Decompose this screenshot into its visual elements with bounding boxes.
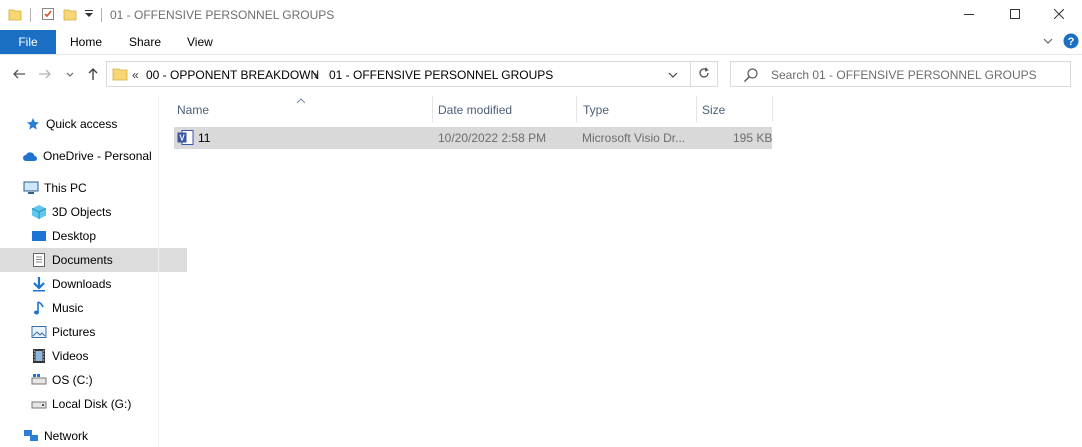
sidebar-item-label: Documents <box>52 253 113 267</box>
recent-locations-button[interactable] <box>62 64 78 86</box>
maximize-button[interactable] <box>992 0 1038 30</box>
document-icon <box>31 252 47 268</box>
music-icon <box>31 300 47 316</box>
column-resize-handle[interactable] <box>696 96 697 122</box>
svg-text:V: V <box>179 134 185 143</box>
back-button[interactable] <box>8 64 30 86</box>
sidebar-item-label: Music <box>52 301 84 315</box>
cube-icon <box>31 204 47 220</box>
new-folder-icon[interactable] <box>63 7 77 24</box>
title-bar: 01 - OFFENSIVE PERSONNEL GROUPS <box>0 0 1082 30</box>
tab-share[interactable]: Share <box>129 30 161 54</box>
minimize-icon <box>964 8 974 22</box>
sidebar-item-label: Local Disk (G:) <box>52 397 132 411</box>
sidebar-item-label: Downloads <box>52 277 112 291</box>
sidebar-item-label: This PC <box>44 181 87 195</box>
column-header-type[interactable]: Type <box>583 100 609 120</box>
properties-icon[interactable] <box>41 7 55 24</box>
drive-icon <box>31 372 47 388</box>
search-input[interactable]: Search 01 - OFFENSIVE PERSONNEL GROUPS <box>771 68 1037 82</box>
file-date: 10/20/2022 2:58 PM <box>438 131 547 145</box>
column-resize-handle[interactable] <box>576 96 577 122</box>
cloud-icon <box>22 148 38 164</box>
address-dropdown-icon[interactable] <box>667 69 679 84</box>
window-title: 01 - OFFENSIVE PERSONNEL GROUPS <box>110 8 335 22</box>
expand-ribbon-icon[interactable] <box>1042 35 1054 50</box>
arrow-left-icon <box>12 68 26 83</box>
address-bar[interactable]: « 00 - OPPONENT BREAKDOWN › 01 - OFFENSI… <box>106 61 718 87</box>
customize-toolbar-icon[interactable] <box>84 8 94 23</box>
breadcrumb-item[interactable]: 01 - OFFENSIVE PERSONNEL GROUPS <box>329 68 553 82</box>
tab-view[interactable]: View <box>187 30 213 54</box>
sidebar-item-label: Pictures <box>52 325 96 339</box>
close-button[interactable] <box>1036 0 1082 30</box>
picture-icon <box>31 324 47 340</box>
help-icon[interactable]: ? <box>1063 33 1079 52</box>
refresh-button[interactable] <box>690 61 718 87</box>
network-icon <box>23 428 39 444</box>
arrow-right-icon <box>38 68 52 83</box>
file-name[interactable]: 11 <box>198 131 210 145</box>
tab-file[interactable]: File <box>0 30 56 54</box>
video-icon <box>31 348 47 364</box>
visio-file-icon: V <box>177 130 194 148</box>
breadcrumb-item[interactable]: 00 - OPPONENT BREAKDOWN <box>146 68 319 82</box>
file-size: 195 KB <box>733 131 773 145</box>
forward-button[interactable] <box>34 64 56 86</box>
column-header-size[interactable]: Size <box>702 100 725 120</box>
refresh-icon <box>697 66 711 83</box>
tab-home[interactable]: Home <box>70 30 102 54</box>
sidebar-item-this-pc[interactable]: This PC <box>0 177 179 199</box>
sort-ascending-icon <box>296 93 306 107</box>
search-box[interactable]: Search 01 - OFFENSIVE PERSONNEL GROUPS <box>730 61 1071 87</box>
sidebar-item-label: Network <box>44 429 89 443</box>
up-button[interactable] <box>82 64 104 86</box>
sidebar-item-onedrive[interactable]: OneDrive - Personal <box>0 145 178 167</box>
sidebar-item-label: 3D Objects <box>52 205 112 219</box>
close-icon <box>1053 8 1065 22</box>
sidebar-item-label: OS (C:) <box>52 373 93 387</box>
download-icon <box>31 276 47 292</box>
sidebar-item-network[interactable]: Network <box>0 425 179 447</box>
minimize-button[interactable] <box>946 0 992 30</box>
arrow-up-icon <box>87 67 99 84</box>
file-type: Microsoft Visio Dr... <box>582 131 686 145</box>
star-icon <box>25 116 41 132</box>
sidebar-item-label: OneDrive - Personal <box>43 149 152 163</box>
folder-icon <box>8 7 22 24</box>
sidebar-item-label: Desktop <box>52 229 97 243</box>
folder-icon <box>112 66 128 85</box>
computer-icon <box>23 180 39 196</box>
sidebar-item-quick-access[interactable]: Quick access <box>0 113 181 135</box>
maximize-icon <box>1010 8 1020 22</box>
chevron-down-icon <box>66 68 74 82</box>
column-header-date[interactable]: Date modified <box>438 100 512 120</box>
column-header-name[interactable]: Name <box>177 100 209 120</box>
sidebar-item-label: Quick access <box>46 117 118 131</box>
column-resize-handle[interactable] <box>432 96 433 122</box>
desktop-icon <box>31 228 47 244</box>
disk-icon <box>31 396 47 412</box>
svg-text:?: ? <box>1068 36 1075 48</box>
sidebar-item-label: Videos <box>52 349 89 363</box>
breadcrumb-separator[interactable]: › <box>314 68 318 82</box>
search-icon <box>743 67 759 86</box>
breadcrumb-overflow[interactable]: « <box>132 68 139 82</box>
column-resize-handle[interactable] <box>772 96 773 122</box>
